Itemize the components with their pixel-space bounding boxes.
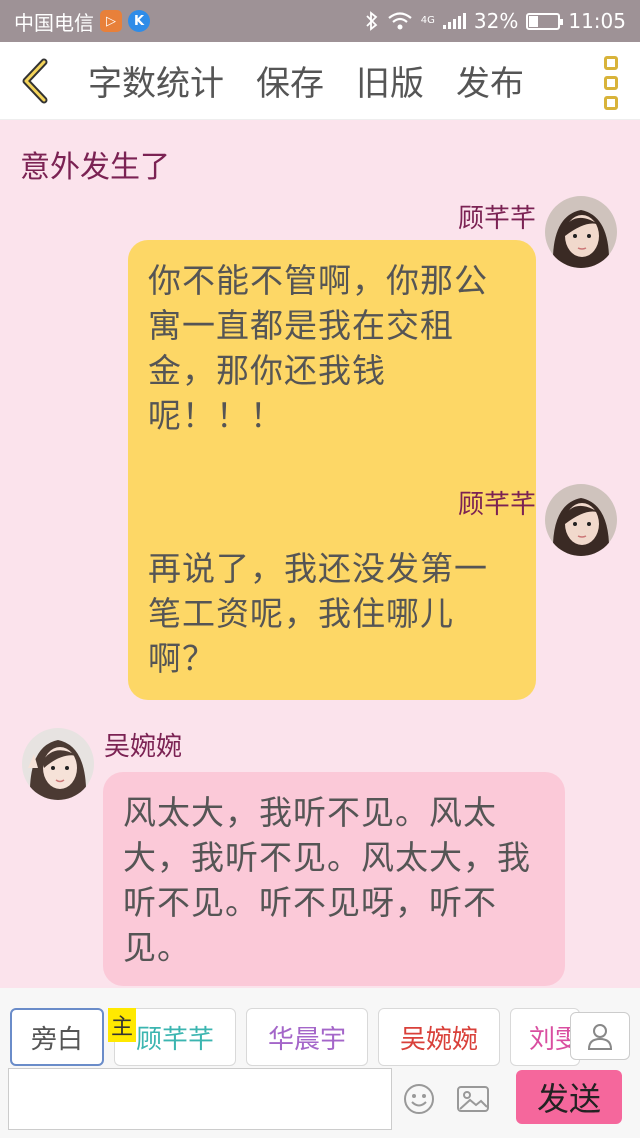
input-panel: 旁白 顾芊芊 主 华晨宇 吴婉婉 刘雯 发送 <box>0 988 640 1138</box>
speaker-name: 顾芊芊 <box>457 204 536 234</box>
message-bubble[interactable]: 风太大，我听不见。风太大，我听不见。风太大，我听不见。听不见呀，听不见。 <box>103 772 565 986</box>
bluetooth-icon <box>366 11 378 31</box>
message-bubble[interactable]: 再说了，我还没发第一笔工资呢，我住哪儿啊？ <box>128 528 536 700</box>
emoji-button[interactable] <box>402 1082 436 1116</box>
clock: 11:05 <box>568 9 626 33</box>
battery-icon <box>526 12 564 30</box>
k-app-icon: K <box>128 10 150 32</box>
role-chip-narrator[interactable]: 旁白 <box>10 1008 104 1066</box>
role-chip-wu-wanwan[interactable]: 吴婉婉 <box>378 1008 500 1066</box>
carrier-group: 中国电信 ▷ K <box>14 7 150 36</box>
chevron-left-icon <box>22 58 48 103</box>
signal-icon <box>442 13 466 29</box>
user-icon <box>587 1024 613 1050</box>
battery-fill <box>529 15 539 27</box>
old-version-button[interactable]: 旧版 <box>356 56 424 105</box>
publish-button[interactable]: 发布 <box>456 56 524 105</box>
editor-toolbar: 字数统计 保存 旧版 发布 <box>0 42 640 120</box>
role-label: 旁白 <box>30 1024 83 1055</box>
avatar[interactable] <box>545 196 617 268</box>
status-bar: 中国电信 ▷ K 4G 32% 11:05 <box>0 0 640 42</box>
back-button[interactable] <box>0 42 70 120</box>
image-button[interactable] <box>456 1082 490 1116</box>
role-label: 吴婉婉 <box>399 1024 478 1055</box>
wifi-icon <box>388 12 412 30</box>
avatar[interactable] <box>22 728 94 800</box>
smiley-icon <box>404 1084 434 1114</box>
battery-percent: 32% <box>473 9 519 33</box>
word-count-button[interactable]: 字数统计 <box>88 56 224 105</box>
network-type: 4G <box>420 15 435 26</box>
add-role-button[interactable] <box>570 1012 630 1060</box>
send-button[interactable]: 发送 <box>516 1070 622 1124</box>
carrier-name: 中国电信 <box>14 10 94 35</box>
save-button[interactable]: 保存 <box>256 56 324 105</box>
play-app-icon: ▷ <box>100 10 122 32</box>
role-selector: 旁白 顾芊芊 主 华晨宇 吴婉婉 刘雯 <box>0 988 640 1066</box>
role-label: 华晨宇 <box>267 1024 346 1055</box>
main-character-tag: 主 <box>108 1008 136 1042</box>
avatar-girl-icon <box>22 728 94 800</box>
chat-area[interactable]: 意外发生了 顾芊芊 你不能不管啊，你那公寓一直都是我在交租金，那你还我钱呢！！！… <box>0 120 640 988</box>
message-input[interactable] <box>8 1068 392 1130</box>
avatar-girl-icon <box>545 484 617 556</box>
message-bubble[interactable]: 你不能不管啊，你那公寓一直都是我在交租金，那你还我钱呢！！！ <box>128 240 536 576</box>
avatar-girl-icon <box>545 196 617 268</box>
role-chip-hua-chenyu[interactable]: 华晨宇 <box>246 1008 368 1066</box>
speaker-name: 顾芊芊 <box>457 490 536 520</box>
role-label: 顾芊芊 <box>135 1024 214 1055</box>
image-icon <box>457 1086 489 1112</box>
chapter-title: 意外发生了 <box>20 150 170 185</box>
avatar[interactable] <box>545 484 617 556</box>
more-menu-icon[interactable] <box>604 56 618 110</box>
speaker-name: 吴婉婉 <box>104 732 183 762</box>
status-right: 4G 32% 11:05 <box>365 9 626 33</box>
